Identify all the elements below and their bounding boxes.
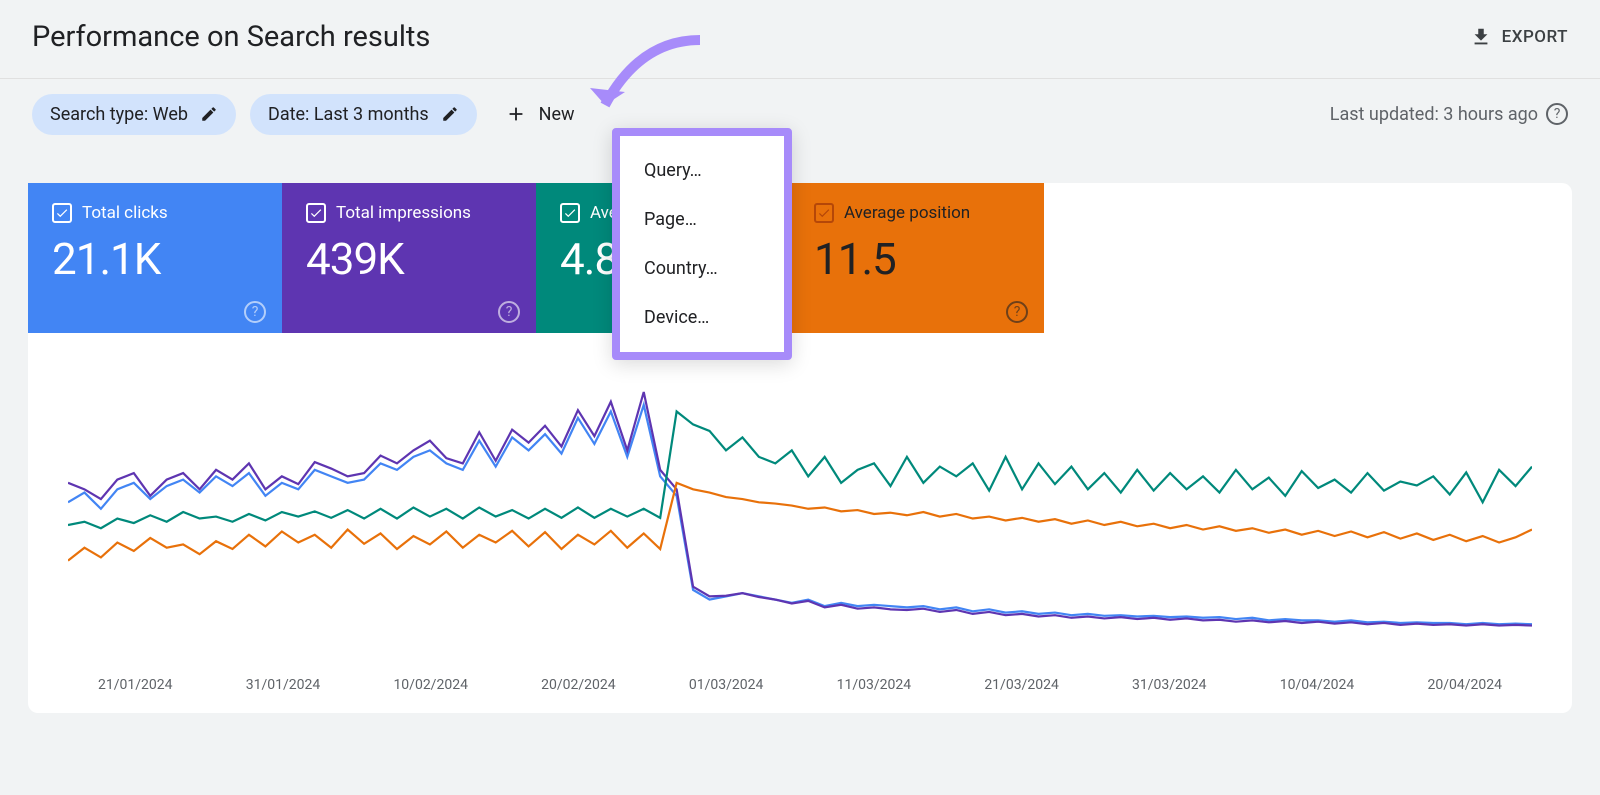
x-tick: 20/02/2024	[541, 677, 616, 693]
chart-series-total-impressions	[68, 392, 1532, 626]
export-button[interactable]: EXPORT	[1470, 26, 1568, 48]
metric-value: 439K	[306, 233, 512, 285]
checkbox-icon	[52, 203, 72, 223]
metric-label: Average position	[844, 203, 970, 223]
metric-total-impressions[interactable]: Total impressions 439K ?	[282, 183, 536, 333]
chart-series-average-position	[68, 483, 1532, 561]
search-type-label: Search type: Web	[50, 104, 188, 125]
help-icon[interactable]: ?	[1546, 103, 1568, 125]
pencil-icon	[441, 105, 459, 123]
chart-x-axis: 21/01/2024 31/01/2024 10/02/2024 20/02/2024…	[68, 667, 1532, 693]
performance-chart	[68, 383, 1532, 663]
search-type-filter-chip[interactable]: Search type: Web	[32, 94, 236, 135]
pencil-icon	[200, 105, 218, 123]
date-filter-chip[interactable]: Date: Last 3 months	[250, 94, 477, 135]
dropdown-item-device[interactable]: Device…	[620, 293, 784, 342]
new-filter-dropdown: Query… Page… Country… Device…	[612, 128, 792, 360]
x-tick: 10/04/2024	[1280, 677, 1355, 693]
annotation-arrow-to-new	[580, 30, 710, 130]
metric-value: 11.5	[814, 233, 1020, 285]
last-updated: Last updated: 3 hours ago ?	[1330, 103, 1568, 125]
checkbox-icon	[560, 203, 580, 223]
chart-series-average-ctr	[68, 411, 1532, 528]
metric-label: Total impressions	[336, 203, 471, 223]
dropdown-item-query[interactable]: Query…	[620, 146, 784, 195]
help-icon[interactable]: ?	[1006, 301, 1028, 323]
metric-average-position[interactable]: Average position 11.5 ?	[790, 183, 1044, 333]
page-title: Performance on Search results	[32, 20, 430, 54]
plus-icon	[505, 103, 527, 125]
x-tick: 31/03/2024	[1132, 677, 1207, 693]
help-icon[interactable]: ?	[244, 301, 266, 323]
checkbox-icon	[814, 203, 834, 223]
metric-label: Total clicks	[82, 203, 168, 223]
dropdown-item-page[interactable]: Page…	[620, 195, 784, 244]
x-tick: 21/03/2024	[984, 677, 1059, 693]
new-filter-label: New	[539, 104, 575, 125]
metrics-row: Total clicks 21.1K ? Total impressions 4…	[28, 183, 1572, 333]
x-tick: 01/03/2024	[689, 677, 764, 693]
metric-value: 21.1K	[52, 233, 258, 285]
last-updated-text: Last updated: 3 hours ago	[1330, 104, 1538, 125]
x-tick: 21/01/2024	[98, 677, 173, 693]
export-label: EXPORT	[1502, 27, 1568, 47]
chart-area: 21/01/2024 31/01/2024 10/02/2024 20/02/2024…	[28, 333, 1572, 713]
metric-total-clicks[interactable]: Total clicks 21.1K ?	[28, 183, 282, 333]
performance-card: Total clicks 21.1K ? Total impressions 4…	[28, 183, 1572, 713]
x-tick: 11/03/2024	[837, 677, 912, 693]
dropdown-item-country[interactable]: Country…	[620, 244, 784, 293]
x-tick: 10/02/2024	[393, 677, 468, 693]
x-tick: 20/04/2024	[1427, 677, 1502, 693]
download-icon	[1470, 26, 1492, 48]
checkbox-icon	[306, 203, 326, 223]
date-label: Date: Last 3 months	[268, 104, 429, 125]
new-filter-button[interactable]: New	[491, 93, 589, 135]
x-tick: 31/01/2024	[246, 677, 321, 693]
help-icon[interactable]: ?	[498, 301, 520, 323]
